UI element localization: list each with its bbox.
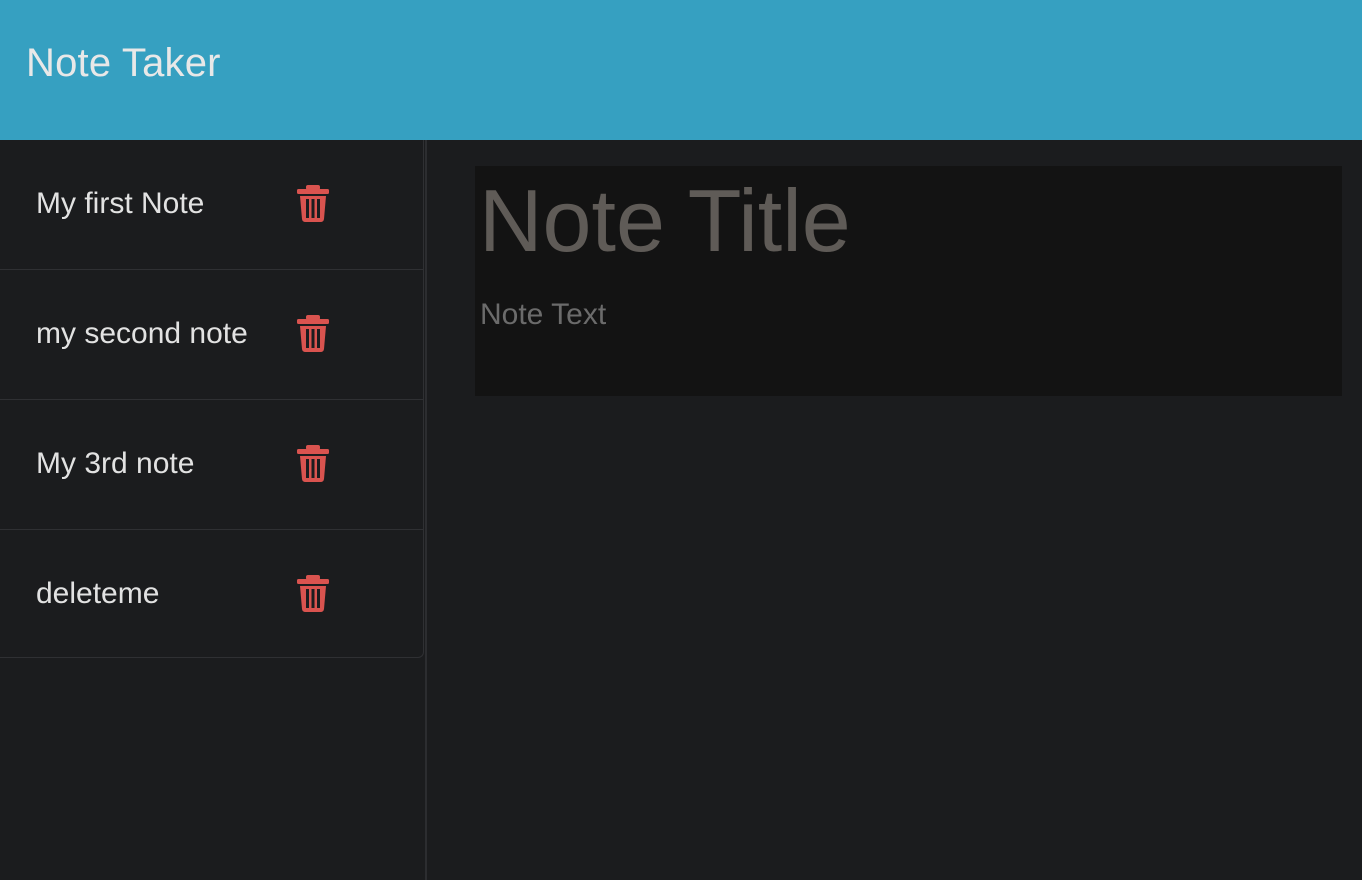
note-title[interactable]: deleteme — [36, 576, 159, 612]
list-item[interactable]: My first Note — [0, 140, 423, 270]
note-editor — [475, 166, 1342, 396]
note-title[interactable]: My 3rd note — [36, 446, 194, 482]
trash-icon[interactable] — [296, 444, 330, 482]
sidebar: My first Note my second note My 3rd note… — [0, 140, 427, 880]
note-text-input[interactable] — [475, 298, 1342, 388]
trash-icon[interactable] — [296, 314, 330, 352]
list-item[interactable]: my second note — [0, 270, 423, 400]
trash-icon[interactable] — [296, 184, 330, 222]
note-list: My first Note my second note My 3rd note… — [0, 140, 424, 658]
app-title[interactable]: Note Taker — [26, 38, 221, 88]
note-title[interactable]: my second note — [36, 316, 248, 352]
navbar: Note Taker — [0, 0, 1362, 140]
list-item[interactable]: My 3rd note — [0, 400, 423, 530]
note-title-input[interactable] — [475, 166, 1342, 276]
trash-icon[interactable] — [296, 574, 330, 612]
list-item[interactable]: deleteme — [0, 530, 423, 660]
note-title[interactable]: My first Note — [36, 186, 204, 222]
